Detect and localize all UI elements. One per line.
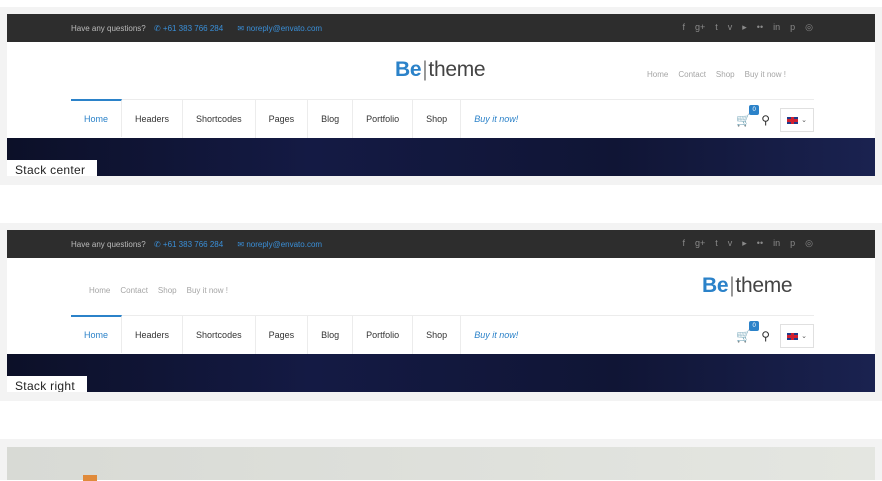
hero-banner — [7, 354, 875, 392]
youtube-icon[interactable]: ▸ — [742, 238, 747, 249]
stack-center-demo: Have any questions? ✆ +61 383 766 284 ✉ … — [7, 14, 875, 176]
nav-item-portfolio[interactable]: Portfolio — [353, 100, 414, 138]
secondary-item-home[interactable]: Home — [89, 286, 110, 295]
top-bar: Have any questions? ✆ +61 383 766 284 ✉ … — [7, 14, 875, 42]
language-switcher[interactable]: ⌄ — [780, 108, 814, 132]
google-plus-icon[interactable]: g+ — [695, 22, 705, 33]
nav-item-blog[interactable]: Blog — [308, 316, 354, 354]
secondary-item-shop[interactable]: Shop — [158, 286, 177, 295]
facebook-icon[interactable]: f — [682, 238, 685, 249]
uk-flag-icon — [787, 332, 799, 340]
nav-item-pages[interactable]: Pages — [256, 100, 309, 138]
secondary-item-contact[interactable]: Contact — [678, 70, 706, 79]
secondary-item-contact[interactable]: Contact — [120, 286, 148, 295]
dribbble-icon[interactable]: ◎ — [805, 22, 813, 33]
nav-item-portfolio[interactable]: Portfolio — [353, 316, 414, 354]
flickr-icon[interactable]: •• — [757, 238, 763, 249]
uk-flag-icon — [787, 116, 799, 124]
google-plus-icon[interactable]: g+ — [695, 238, 705, 249]
flickr-icon[interactable]: •• — [757, 22, 763, 33]
email-link[interactable]: ✉ noreply@envato.com — [237, 24, 328, 33]
demo-label: Stack center — [7, 160, 98, 176]
main-nav: Home Headers Shortcodes Pages Blog Portf… — [71, 315, 814, 354]
dribbble-icon[interactable]: ◎ — [805, 238, 813, 249]
logo-peek — [83, 475, 97, 481]
questions-text: Have any questions? — [71, 240, 146, 249]
questions-text: Have any questions? — [71, 24, 146, 33]
nav-item-pages[interactable]: Pages — [256, 316, 309, 354]
nav-item-shop[interactable]: Shop — [413, 316, 462, 354]
pinterest-icon[interactable]: p — [790, 238, 795, 249]
social-icons: f g+ t v ▸ •• in p ◎ — [682, 22, 813, 33]
site-logo[interactable]: Be|theme — [702, 274, 793, 298]
email-link[interactable]: ✉ noreply@envato.com — [237, 240, 328, 249]
nav-item-shortcodes[interactable]: Shortcodes — [183, 316, 256, 354]
nav-item-home[interactable]: Home — [71, 315, 123, 353]
hero-banner — [7, 138, 875, 176]
vimeo-icon[interactable]: v — [728, 238, 733, 249]
nav-item-headers[interactable]: Headers — [122, 100, 184, 138]
nav-item-shortcodes[interactable]: Shortcodes — [183, 100, 256, 138]
nav-item-home[interactable]: Home — [71, 99, 123, 137]
secondary-item-buy[interactable]: Buy it now ! — [187, 286, 228, 295]
secondary-item-buy[interactable]: Buy it now ! — [745, 70, 786, 79]
main-nav: Home Headers Shortcodes Pages Blog Portf… — [71, 99, 814, 138]
secondary-menu: Home Contact Shop Buy it now ! — [647, 70, 786, 79]
vimeo-icon[interactable]: v — [728, 22, 733, 33]
secondary-item-shop[interactable]: Shop — [716, 70, 735, 79]
cart-icon[interactable]: 🛒 0 — [736, 321, 760, 343]
stack-right-demo: Have any questions? ✆ +61 383 766 284 ✉ … — [7, 230, 875, 392]
phone-link[interactable]: ✆ +61 383 766 284 — [154, 24, 229, 33]
next-demo-panel — [7, 447, 875, 481]
nav-item-buy[interactable]: Buy it now! — [461, 100, 531, 138]
linkedin-icon[interactable]: in — [773, 238, 780, 249]
nav-item-headers[interactable]: Headers — [122, 316, 184, 354]
nav-item-blog[interactable]: Blog — [308, 100, 354, 138]
facebook-icon[interactable]: f — [682, 22, 685, 33]
pinterest-icon[interactable]: p — [790, 22, 795, 33]
cart-badge: 0 — [749, 321, 760, 331]
top-bar: Have any questions? ✆ +61 383 766 284 ✉ … — [7, 230, 875, 258]
social-icons: f g+ t v ▸ •• in p ◎ — [682, 238, 813, 249]
site-logo[interactable]: Be|theme — [395, 58, 486, 82]
chevron-down-icon: ⌄ — [801, 117, 807, 124]
cart-badge: 0 — [749, 105, 760, 115]
nav-item-shop[interactable]: Shop — [413, 100, 462, 138]
cart-icon[interactable]: 🛒 0 — [736, 105, 760, 127]
chevron-down-icon: ⌄ — [801, 333, 807, 340]
search-icon[interactable]: ⚲ — [761, 113, 770, 127]
secondary-item-home[interactable]: Home — [647, 70, 668, 79]
demo-label: Stack right — [7, 376, 87, 392]
twitter-icon[interactable]: t — [715, 238, 718, 249]
phone-link[interactable]: ✆ +61 383 766 284 — [154, 240, 229, 249]
youtube-icon[interactable]: ▸ — [742, 22, 747, 33]
secondary-menu: Home Contact Shop Buy it now ! — [89, 286, 228, 295]
search-icon[interactable]: ⚲ — [761, 329, 770, 343]
twitter-icon[interactable]: t — [715, 22, 718, 33]
nav-item-buy[interactable]: Buy it now! — [461, 316, 531, 354]
linkedin-icon[interactable]: in — [773, 22, 780, 33]
language-switcher[interactable]: ⌄ — [780, 324, 814, 348]
